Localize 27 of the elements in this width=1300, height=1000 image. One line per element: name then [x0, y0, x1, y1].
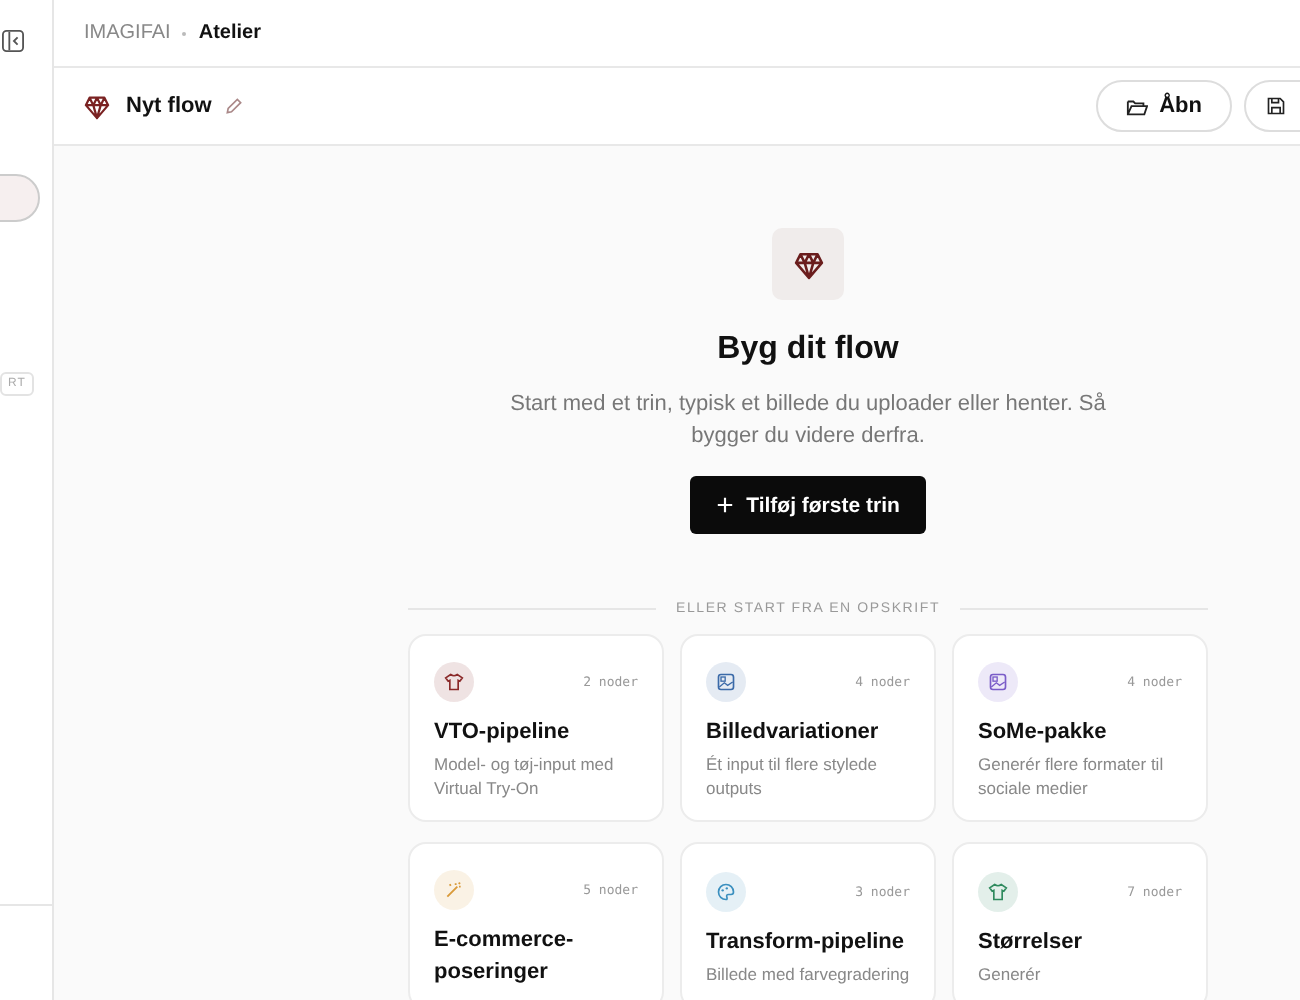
gem-icon — [793, 249, 823, 279]
save-icon — [1266, 96, 1286, 116]
recipe-title: Transform-pipeline — [706, 928, 907, 958]
folder-icon — [1125, 95, 1148, 117]
empty-state-title: Byg dit flow — [717, 332, 899, 368]
breadcrumb-current: Atelier — [198, 22, 261, 44]
gem-icon — [84, 93, 110, 119]
recipe-description: Ét input til flere stylede outputs — [706, 752, 880, 800]
recipe-title: E-commerce-poseringer — [434, 926, 576, 988]
add-first-step-button[interactable]: Tilføj første trin — [690, 476, 926, 534]
recipe-title: VTO-pipeline — [434, 718, 572, 748]
recipe-title: Størrelser — [978, 928, 1084, 958]
breadcrumb-separator-icon — [182, 31, 187, 35]
recipe-title: SoMe-pakke — [978, 718, 1109, 748]
recipe-description: Model- og tøj-input med Virtual Try-On — [434, 752, 616, 800]
empty-state-description: Start med et trin, typisk et billede du uploader eller henter. Så bygger du videre derfra. — [508, 390, 1108, 452]
recipe-description: Generér flere formater til sociale medier — [978, 752, 1166, 800]
breadcrumb-root[interactable]: IMAGIFAI — [84, 22, 171, 44]
plus-icon — [716, 496, 735, 514]
recipe-description: Billede med farvegradering — [706, 962, 910, 986]
save-button[interactable] — [1244, 80, 1300, 132]
open-button[interactable]: Åbn — [1095, 80, 1232, 132]
flow-title[interactable]: Nyt flow — [126, 94, 212, 118]
pencil-icon[interactable] — [223, 96, 244, 116]
recipe-description: Generér — [978, 962, 1043, 986]
sidebar-toggle-icon[interactable] — [2, 30, 24, 52]
recipe-title: Billedvariationer — [706, 718, 881, 748]
